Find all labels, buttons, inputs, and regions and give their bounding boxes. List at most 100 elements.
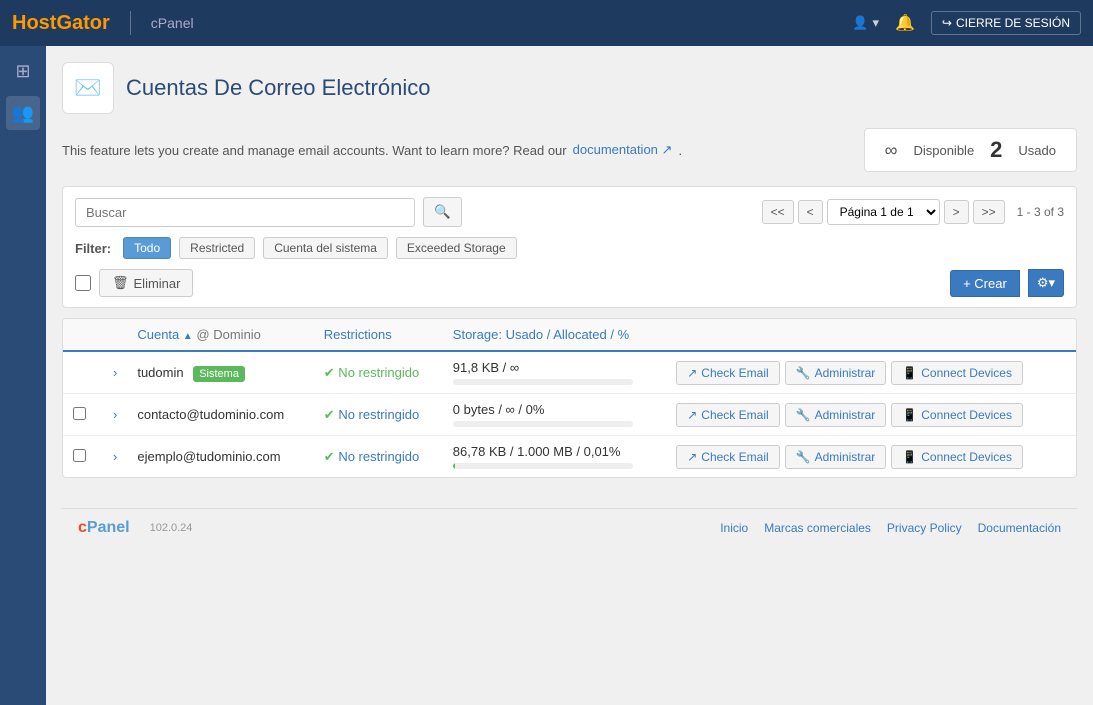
pag-first[interactable]: <<: [762, 200, 794, 224]
filter-cuenta-sistema[interactable]: Cuenta del sistema: [263, 237, 388, 259]
filter-restricted[interactable]: Restricted: [179, 237, 255, 259]
doc-link-label: documentation: [573, 142, 658, 157]
table-row: › contacto@tudominio.com ✔ No restringid…: [63, 394, 1076, 436]
administrar-label: Administrar: [815, 450, 876, 464]
expand-icon: ›: [113, 407, 117, 422]
storage-cell: 0 bytes / ∞ / 0%: [443, 394, 666, 436]
pag-prev[interactable]: <: [798, 200, 823, 224]
expand-icon: ›: [113, 449, 117, 464]
page-icon: ✉️: [62, 62, 114, 114]
administrar-button[interactable]: 🔧 Administrar: [785, 445, 887, 469]
check-all-checkbox[interactable]: [75, 275, 91, 291]
connect-label: Connect Devices: [921, 408, 1012, 422]
connect-devices-button[interactable]: 📱 Connect Devices: [891, 361, 1023, 385]
restriction-cell: ✔ No restringido: [314, 394, 443, 436]
administrar-label: Administrar: [815, 408, 876, 422]
top-navbar: HostGator cPanel 👤 ▾ 🔔 ↪ CIERRE DE SESIÓ…: [0, 0, 1093, 46]
col-expand: [103, 319, 127, 351]
footer-link-privacy[interactable]: Privacy Policy: [887, 521, 962, 535]
external-link-icon: ↗: [662, 142, 673, 157]
pag-page-select[interactable]: Página 1 de 1: [827, 199, 940, 225]
administrar-label: Administrar: [815, 366, 876, 380]
administrar-button[interactable]: 🔧 Administrar: [785, 361, 887, 385]
check-email-button[interactable]: ↗ Check Email: [676, 361, 779, 385]
storage-cell: 86,78 KB / 1.000 MB / 0,01%: [443, 436, 666, 478]
page-header: ✉️ Cuentas De Correo Electrónico: [62, 62, 1077, 114]
hostgator-logo: HostGator: [12, 12, 110, 35]
storage-bar: [453, 379, 633, 385]
check-email-button[interactable]: ↗ Check Email: [676, 403, 779, 427]
search-button[interactable]: 🔍: [423, 197, 462, 227]
storage-bar-fill: [453, 463, 455, 469]
check-email-label: Check Email: [701, 408, 768, 422]
search-input[interactable]: [75, 198, 415, 227]
filter-label: Filter:: [75, 241, 111, 256]
restriction-link[interactable]: No restringido: [338, 407, 419, 422]
signout-button[interactable]: ↪ CIERRE DE SESIÓN: [931, 11, 1081, 35]
administrar-button[interactable]: 🔧 Administrar: [785, 403, 887, 427]
account-name: contacto@tudominio.com: [137, 407, 284, 422]
col-check: [63, 319, 103, 351]
filter-exceeded-storage[interactable]: Exceeded Storage: [396, 237, 517, 259]
account-cell: tudomin Sistema: [127, 351, 313, 394]
main-content: ✉️ Cuentas De Correo Electrónico This fe…: [46, 46, 1093, 705]
row-checkbox[interactable]: [73, 449, 86, 462]
expand-icon: ›: [113, 365, 117, 380]
create-button[interactable]: + Crear: [950, 270, 1020, 297]
account-cell: contacto@tudominio.com: [127, 394, 313, 436]
sistema-badge: Sistema: [193, 366, 245, 382]
create-label: + Crear: [963, 276, 1007, 291]
bell-icon[interactable]: 🔔: [895, 13, 915, 33]
wrench-icon: 🔧: [796, 408, 811, 422]
brand: HostGator cPanel: [12, 11, 194, 35]
footer-version: 102.0.24: [150, 522, 193, 534]
table-row: › ejemplo@tudominio.com ✔ No restringido…: [63, 436, 1076, 478]
filter-todo[interactable]: Todo: [123, 237, 171, 259]
info-dot: .: [678, 143, 682, 158]
gear-button[interactable]: ⚙▾: [1028, 269, 1064, 297]
user-menu[interactable]: 👤 ▾: [852, 15, 879, 31]
delete-button[interactable]: 🗑 Eliminar: [99, 269, 193, 297]
storage-info: 86,78 KB / 1.000 MB / 0,01%: [453, 444, 633, 469]
account-cell: ejemplo@tudominio.com: [127, 436, 313, 478]
sidebar: ⊞ 👥: [0, 46, 46, 705]
storage-text: 86,78 KB / 1.000 MB / 0,01%: [453, 444, 621, 459]
sidebar-item-users[interactable]: 👥: [6, 96, 40, 130]
pag-next[interactable]: >: [944, 200, 969, 224]
used-count: 2: [990, 137, 1002, 163]
expand-cell[interactable]: ›: [103, 351, 127, 394]
actions-cell: ↗ Check Email 🔧 Administrar 📱 Connect De…: [666, 351, 1076, 394]
storage-bar: [453, 421, 633, 427]
row-checkbox-cell: [63, 436, 103, 478]
restriction-check: ✔: [324, 407, 335, 422]
col-account: Cuenta ▲ @ Dominio: [127, 319, 313, 351]
external-icon: ↗: [687, 366, 697, 380]
signout-icon: ↪: [942, 16, 952, 30]
page-title: Cuentas De Correo Electrónico: [126, 75, 430, 101]
storage-info: 0 bytes / ∞ / 0%: [453, 402, 633, 427]
restriction-link[interactable]: No restringido: [338, 449, 419, 464]
check-email-button[interactable]: ↗ Check Email: [676, 445, 779, 469]
connect-label: Connect Devices: [921, 450, 1012, 464]
device-icon: 📱: [902, 450, 917, 464]
connect-devices-button[interactable]: 📱 Connect Devices: [891, 445, 1023, 469]
connect-devices-button[interactable]: 📱 Connect Devices: [891, 403, 1023, 427]
footer-link-marcas[interactable]: Marcas comerciales: [764, 521, 871, 535]
stats-box: ∞ Disponible 2 Usado: [864, 128, 1077, 172]
external-icon: ↗: [687, 450, 697, 464]
check-email-label: Check Email: [701, 450, 768, 464]
layout: ⊞ 👥 ✉️ Cuentas De Correo Electrónico Thi…: [0, 46, 1093, 705]
pag-last[interactable]: >>: [973, 200, 1005, 224]
doc-link[interactable]: documentation ↗: [573, 142, 673, 158]
check-email-label: Check Email: [701, 366, 768, 380]
footer-link-inicio[interactable]: Inicio: [720, 521, 748, 535]
table-header-row: Cuenta ▲ @ Dominio Restrictions Storage:…: [63, 319, 1076, 351]
row-checkbox-cell: [63, 394, 103, 436]
expand-cell[interactable]: ›: [103, 436, 127, 478]
expand-cell[interactable]: ›: [103, 394, 127, 436]
storage-cell: 91,8 KB / ∞: [443, 351, 666, 394]
sidebar-item-grid[interactable]: ⊞: [6, 54, 40, 88]
signout-label: CIERRE DE SESIÓN: [956, 16, 1070, 30]
row-checkbox[interactable]: [73, 407, 86, 420]
footer-link-docs[interactable]: Documentación: [978, 521, 1061, 535]
